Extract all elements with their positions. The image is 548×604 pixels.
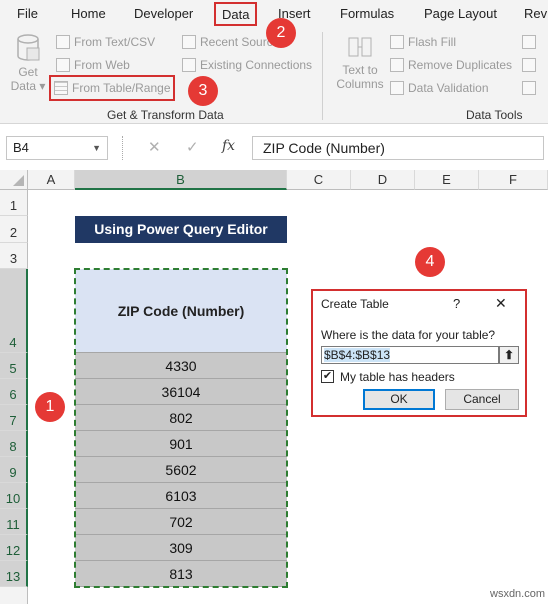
range-input[interactable]: $B$4:$B$13 — [321, 346, 499, 364]
text-file-icon — [56, 35, 70, 49]
formula-input-value: ZIP Code (Number) — [263, 140, 385, 156]
headers-checkbox-label[interactable]: My table has headers — [340, 370, 455, 384]
chevron-down-icon[interactable]: ▼ — [92, 137, 101, 159]
text-to-columns-label-1: Text to — [342, 63, 378, 77]
from-table-range-button[interactable]: From Table/Range — [54, 79, 171, 97]
from-web-label: From Web — [74, 58, 130, 72]
row-header-12[interactable]: 12 — [0, 535, 28, 561]
row-header-2[interactable]: 2 — [0, 216, 28, 243]
existing-connections-label: Existing Connections — [200, 58, 313, 72]
row-header-13[interactable]: 13 — [0, 561, 28, 587]
remove-duplicates-icon — [390, 58, 404, 72]
web-page-icon — [56, 58, 70, 72]
headers-checkbox[interactable]: ✔ — [321, 370, 334, 383]
range-input-value: $B$4:$B$13 — [324, 348, 391, 362]
database-icon — [17, 34, 40, 61]
data-validation-button[interactable]: Data Validation — [390, 79, 489, 97]
existing-connections-button[interactable]: Existing Connections — [182, 56, 312, 74]
callout-1: 1 — [35, 392, 65, 422]
column-header-e[interactable]: E — [415, 170, 479, 190]
tab-formulas[interactable]: Formulas — [340, 0, 394, 28]
row-header-4[interactable]: 4 — [0, 269, 28, 353]
table-icon — [54, 81, 68, 95]
callout-4: 4 — [415, 247, 445, 277]
from-text-csv-label: From Text/CSV — [74, 35, 156, 49]
row-header-9[interactable]: 9 — [0, 457, 28, 483]
sheet-title[interactable]: Using Power Query Editor — [75, 216, 287, 243]
tab-home[interactable]: Home — [71, 0, 106, 28]
row-header-7[interactable]: 7 — [0, 405, 28, 431]
group-divider — [322, 32, 323, 120]
text-to-columns-icon — [348, 37, 372, 57]
data-validation-label: Data Validation — [408, 81, 489, 95]
tab-review[interactable]: Rev — [524, 0, 547, 28]
flash-fill-label: Flash Fill — [408, 35, 457, 49]
callout-2: 2 — [266, 18, 296, 48]
cancel-icon[interactable]: ✕ — [148, 138, 161, 156]
help-icon[interactable]: ? — [453, 296, 460, 311]
flash-fill-button[interactable]: Flash Fill — [390, 33, 456, 51]
dialog-prompt: Where is the data for your table? — [321, 328, 496, 342]
formula-input[interactable]: ZIP Code (Number) — [252, 136, 544, 160]
formula-bar: B4 ▼ ✕ ✓ fx ZIP Code (Number) — [0, 132, 548, 164]
relationships-icon[interactable] — [522, 56, 536, 74]
group-label-data-tools: Data Tools — [466, 108, 523, 122]
column-header-f[interactable]: F — [479, 170, 548, 190]
consolidate-icon[interactable] — [522, 33, 536, 51]
watermark: wsxdn.com — [490, 588, 546, 600]
tab-file[interactable]: File — [17, 0, 38, 28]
close-icon[interactable]: ✕ — [495, 295, 507, 312]
connections-icon — [182, 58, 196, 72]
row-header-3[interactable]: 3 — [0, 243, 28, 269]
get-data-label-1: Get — [18, 65, 38, 79]
tab-developer[interactable]: Developer — [134, 0, 193, 28]
tab-data[interactable]: Data — [214, 2, 258, 26]
row-header-11[interactable]: 11 — [0, 509, 28, 535]
create-table-dialog: Create Table ? ✕ Where is the data for y… — [311, 289, 527, 417]
row-header-1[interactable]: 1 — [0, 190, 28, 216]
cancel-button[interactable]: Cancel — [445, 389, 519, 410]
text-to-columns-button[interactable]: Text to Columns — [334, 34, 386, 91]
row-header-overflow — [0, 587, 28, 604]
row-header-10[interactable]: 10 — [0, 483, 28, 509]
row-header-8[interactable]: 8 — [0, 431, 28, 457]
column-header-a[interactable]: A — [28, 170, 75, 190]
get-data-label-2: Data ▾ — [10, 79, 46, 93]
name-box[interactable]: B4 ▼ — [6, 136, 108, 160]
enter-icon[interactable]: ✓ — [186, 138, 199, 156]
data-validation-icon — [390, 81, 404, 95]
callout-3: 3 — [188, 76, 218, 106]
dialog-title: Create Table — [321, 297, 389, 311]
collapse-dialog-button[interactable]: ⬆ — [499, 346, 519, 364]
column-header-c[interactable]: C — [287, 170, 351, 190]
copy-marquee — [74, 268, 288, 588]
tab-page-layout[interactable]: Page Layout — [424, 0, 497, 28]
select-all-corner[interactable] — [0, 170, 28, 190]
text-to-columns-label-2: Columns — [336, 77, 384, 91]
group-label-get-transform: Get & Transform Data — [107, 108, 224, 122]
checkmark-icon: ✔ — [322, 370, 333, 382]
column-header-d[interactable]: D — [351, 170, 415, 190]
formula-bar-splitter[interactable] — [122, 136, 124, 160]
remove-duplicates-label: Remove Duplicates — [408, 58, 513, 72]
remove-duplicates-button[interactable]: Remove Duplicates — [390, 56, 512, 74]
row-header-5[interactable]: 5 — [0, 353, 28, 379]
get-data-button[interactable]: Get Data ▾ — [8, 34, 48, 100]
ok-button[interactable]: OK — [363, 389, 435, 410]
from-table-range-label: From Table/Range — [72, 81, 171, 95]
column-header-b[interactable]: B — [75, 170, 287, 190]
row-header-6[interactable]: 6 — [0, 379, 28, 405]
name-box-value: B4 — [13, 140, 29, 155]
insert-function-icon[interactable]: fx — [222, 138, 235, 154]
arrow-up-icon: ⬆ — [503, 348, 515, 362]
select-all-icon — [13, 175, 24, 186]
manage-data-model-icon[interactable] — [522, 79, 536, 97]
from-text-csv-button[interactable]: From Text/CSV — [56, 33, 155, 51]
recent-sources-icon — [182, 35, 196, 49]
flash-fill-icon — [390, 35, 404, 49]
from-web-button[interactable]: From Web — [56, 56, 130, 74]
